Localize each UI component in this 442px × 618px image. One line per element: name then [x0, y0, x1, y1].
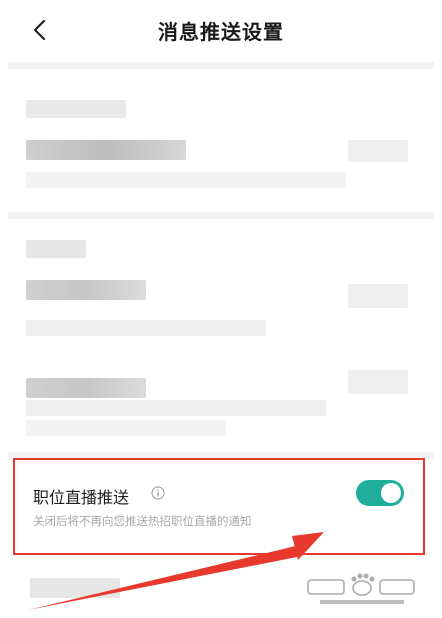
redacted-setting-desc	[26, 320, 266, 336]
redacted-setting-toggle[interactable]	[348, 284, 408, 308]
redacted-setting-title[interactable]	[26, 378, 146, 398]
live-push-title: 职位直播推送	[33, 488, 130, 507]
redacted-setting-toggle[interactable]	[348, 370, 408, 394]
live-push-toggle[interactable]	[356, 480, 404, 506]
redacted-heading	[30, 578, 120, 598]
page-title: 消息推送设置	[158, 20, 284, 44]
redacted-heading	[26, 240, 86, 258]
redacted-setting-toggle[interactable]	[348, 140, 408, 162]
section-divider	[8, 212, 434, 219]
redacted-setting-desc	[26, 420, 226, 436]
live-push-description: 关闭后将不再向您推送热招职位直播的通知	[33, 514, 252, 528]
section-divider	[8, 62, 434, 69]
redacted-setting-desc	[26, 400, 326, 416]
redacted-setting-title[interactable]	[26, 280, 146, 300]
redacted-setting-title[interactable]	[26, 140, 186, 160]
redacted-setting-desc	[26, 172, 346, 188]
info-circle-icon[interactable]	[151, 486, 165, 500]
redacted-heading	[26, 100, 126, 118]
toggle-knob	[381, 483, 401, 503]
baidu-watermark-logo	[307, 573, 415, 604]
live-push-setting-card: 职位直播推送 关闭后将不再向您推送热招职位直播的通知	[13, 458, 425, 555]
nav-header: 消息推送设置	[0, 0, 442, 60]
